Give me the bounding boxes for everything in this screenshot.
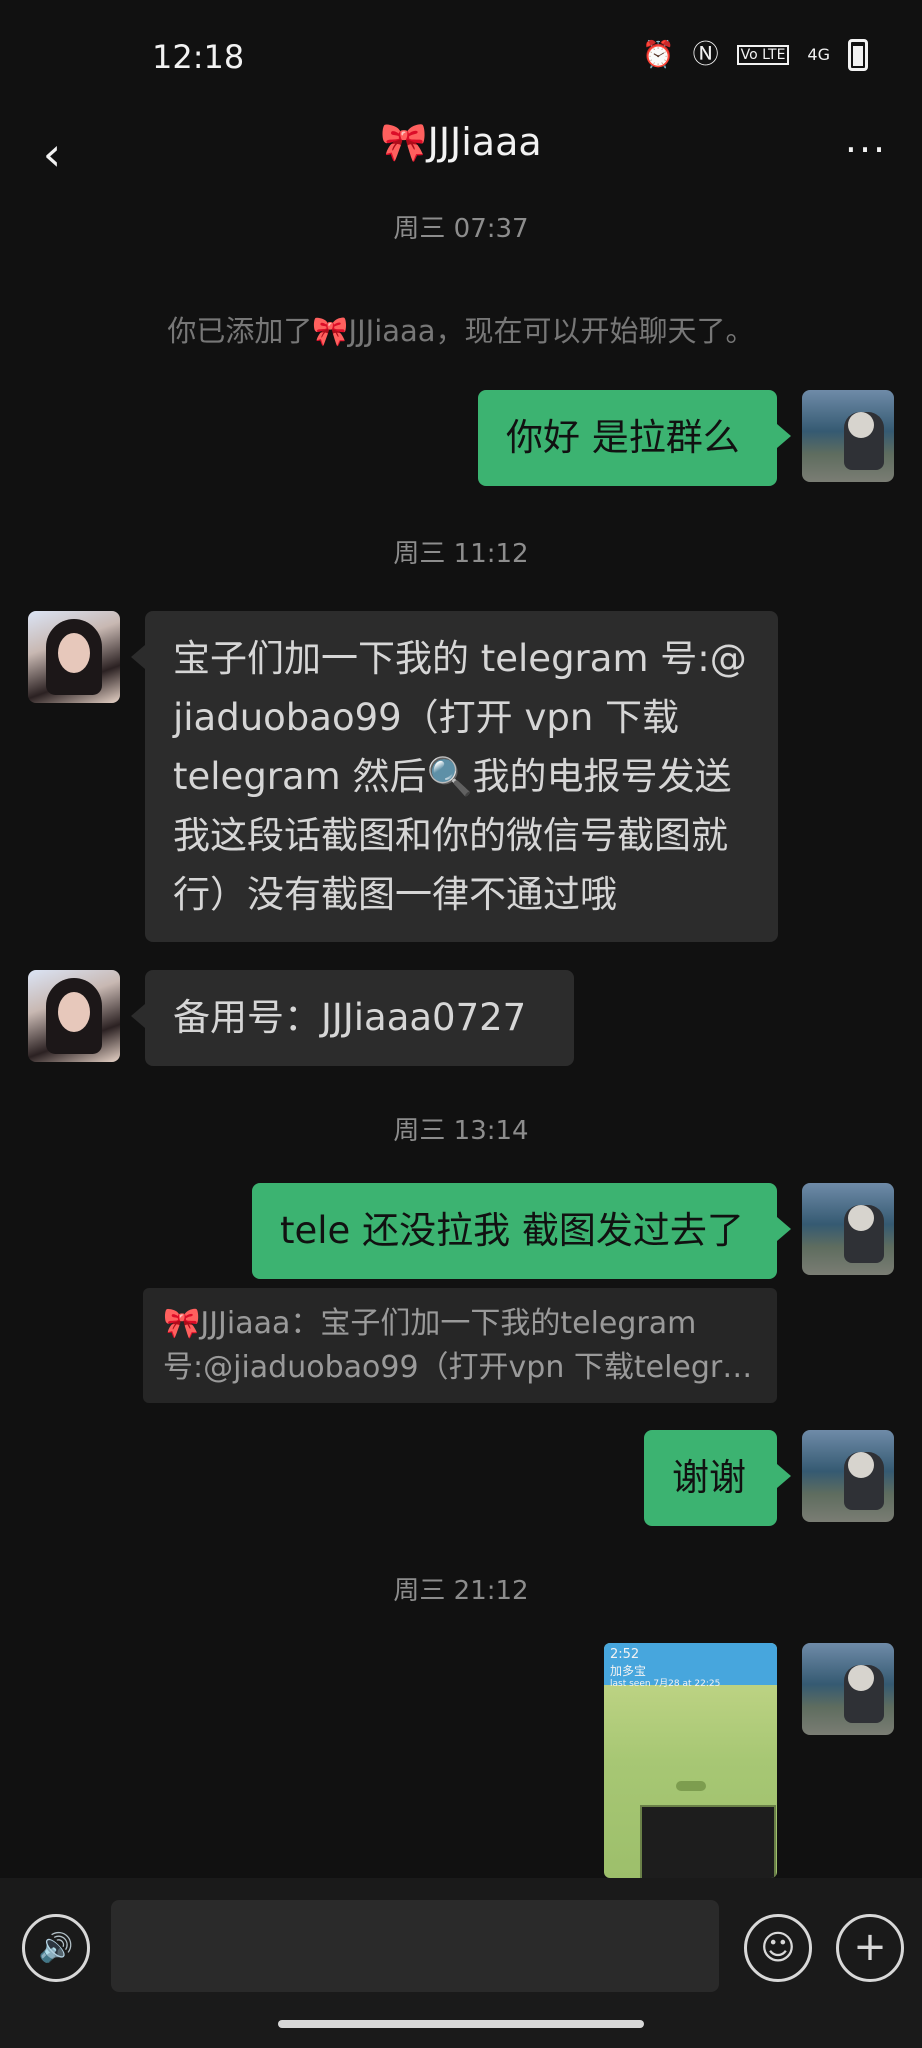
battery-icon [848,39,868,71]
contact-avatar[interactable] [28,611,120,703]
message-bubble-other[interactable]: 备用号：JJJiaaa0727 [131,970,574,1066]
voice-icon[interactable]: 🔊 [22,1914,90,1982]
chat-header: ‹ 🎀JJJiaaa ··· [0,110,922,210]
quote-line: 号:@jiaduobao99（打开vpn 下载telegra... [163,1350,757,1385]
plus-icon[interactable]: + [836,1914,904,1982]
image-preview-screenshot [640,1805,776,1878]
4g-signal-icon: 4G [807,45,830,64]
alarm-icon: ⏰ [642,40,675,70]
quoted-message[interactable]: 🎀JJJiaaa：宝子们加一下我的telegram 号:@jiaduobao99… [143,1288,777,1403]
nfc-icon: Ⓝ [692,40,719,70]
timestamp: 周三 11:12 [393,539,529,569]
timestamp: 周三 07:37 [393,214,529,244]
message-bubble-me[interactable]: 你好 是拉群么 [478,390,791,486]
status-bar: 12:18 ⏰ Ⓝ Vo LTE 4G [0,0,922,110]
system-message: 你已添加了🎀JJJiaaa，现在可以开始聊天了。 [167,314,755,348]
message-bubble-other[interactable]: 宝子们加一下我的 telegram 号:@ jiaduobao99（打开 vpn… [131,611,778,942]
more-options-button[interactable]: ··· [836,128,896,176]
image-preview-time: 2:52 [610,1647,640,1662]
chat-title: 🎀JJJiaaa [380,120,542,164]
my-avatar[interactable] [802,1183,894,1275]
home-indicator[interactable] [278,2020,644,2028]
image-preview-subtitle: last seen 7月28 at 22:25 [610,1679,721,1689]
image-message[interactable]: 2:52 加多宝 last seen 7月28 at 22:25 [604,1643,777,1878]
contact-avatar[interactable] [28,970,120,1062]
timestamp: 周三 21:12 [393,1576,529,1606]
message-bubble-me[interactable]: 谢谢 [644,1430,791,1526]
image-preview-title: 加多宝 [610,1664,647,1678]
my-avatar[interactable] [802,390,894,482]
image-preview-header: 2:52 加多宝 last seen 7月28 at 22:25 [604,1643,777,1689]
quote-line: 🎀JJJiaaa：宝子们加一下我的telegram [163,1306,697,1341]
message-bubble-me[interactable]: tele 还没拉我 截图发过去了 [252,1183,791,1279]
status-time: 12:18 [152,38,245,76]
image-preview-date-chip [676,1781,706,1791]
my-avatar[interactable] [802,1643,894,1735]
timestamp: 周三 13:14 [393,1116,529,1146]
status-icons: ⏰ Ⓝ Vo LTE 4G [642,38,868,72]
message-input[interactable] [111,1900,719,1992]
input-bar: 🔊 ☺ + [0,1878,922,2048]
my-avatar[interactable] [802,1430,894,1522]
emoji-icon[interactable]: ☺ [744,1914,812,1982]
volte-icon: Vo LTE [736,45,790,65]
